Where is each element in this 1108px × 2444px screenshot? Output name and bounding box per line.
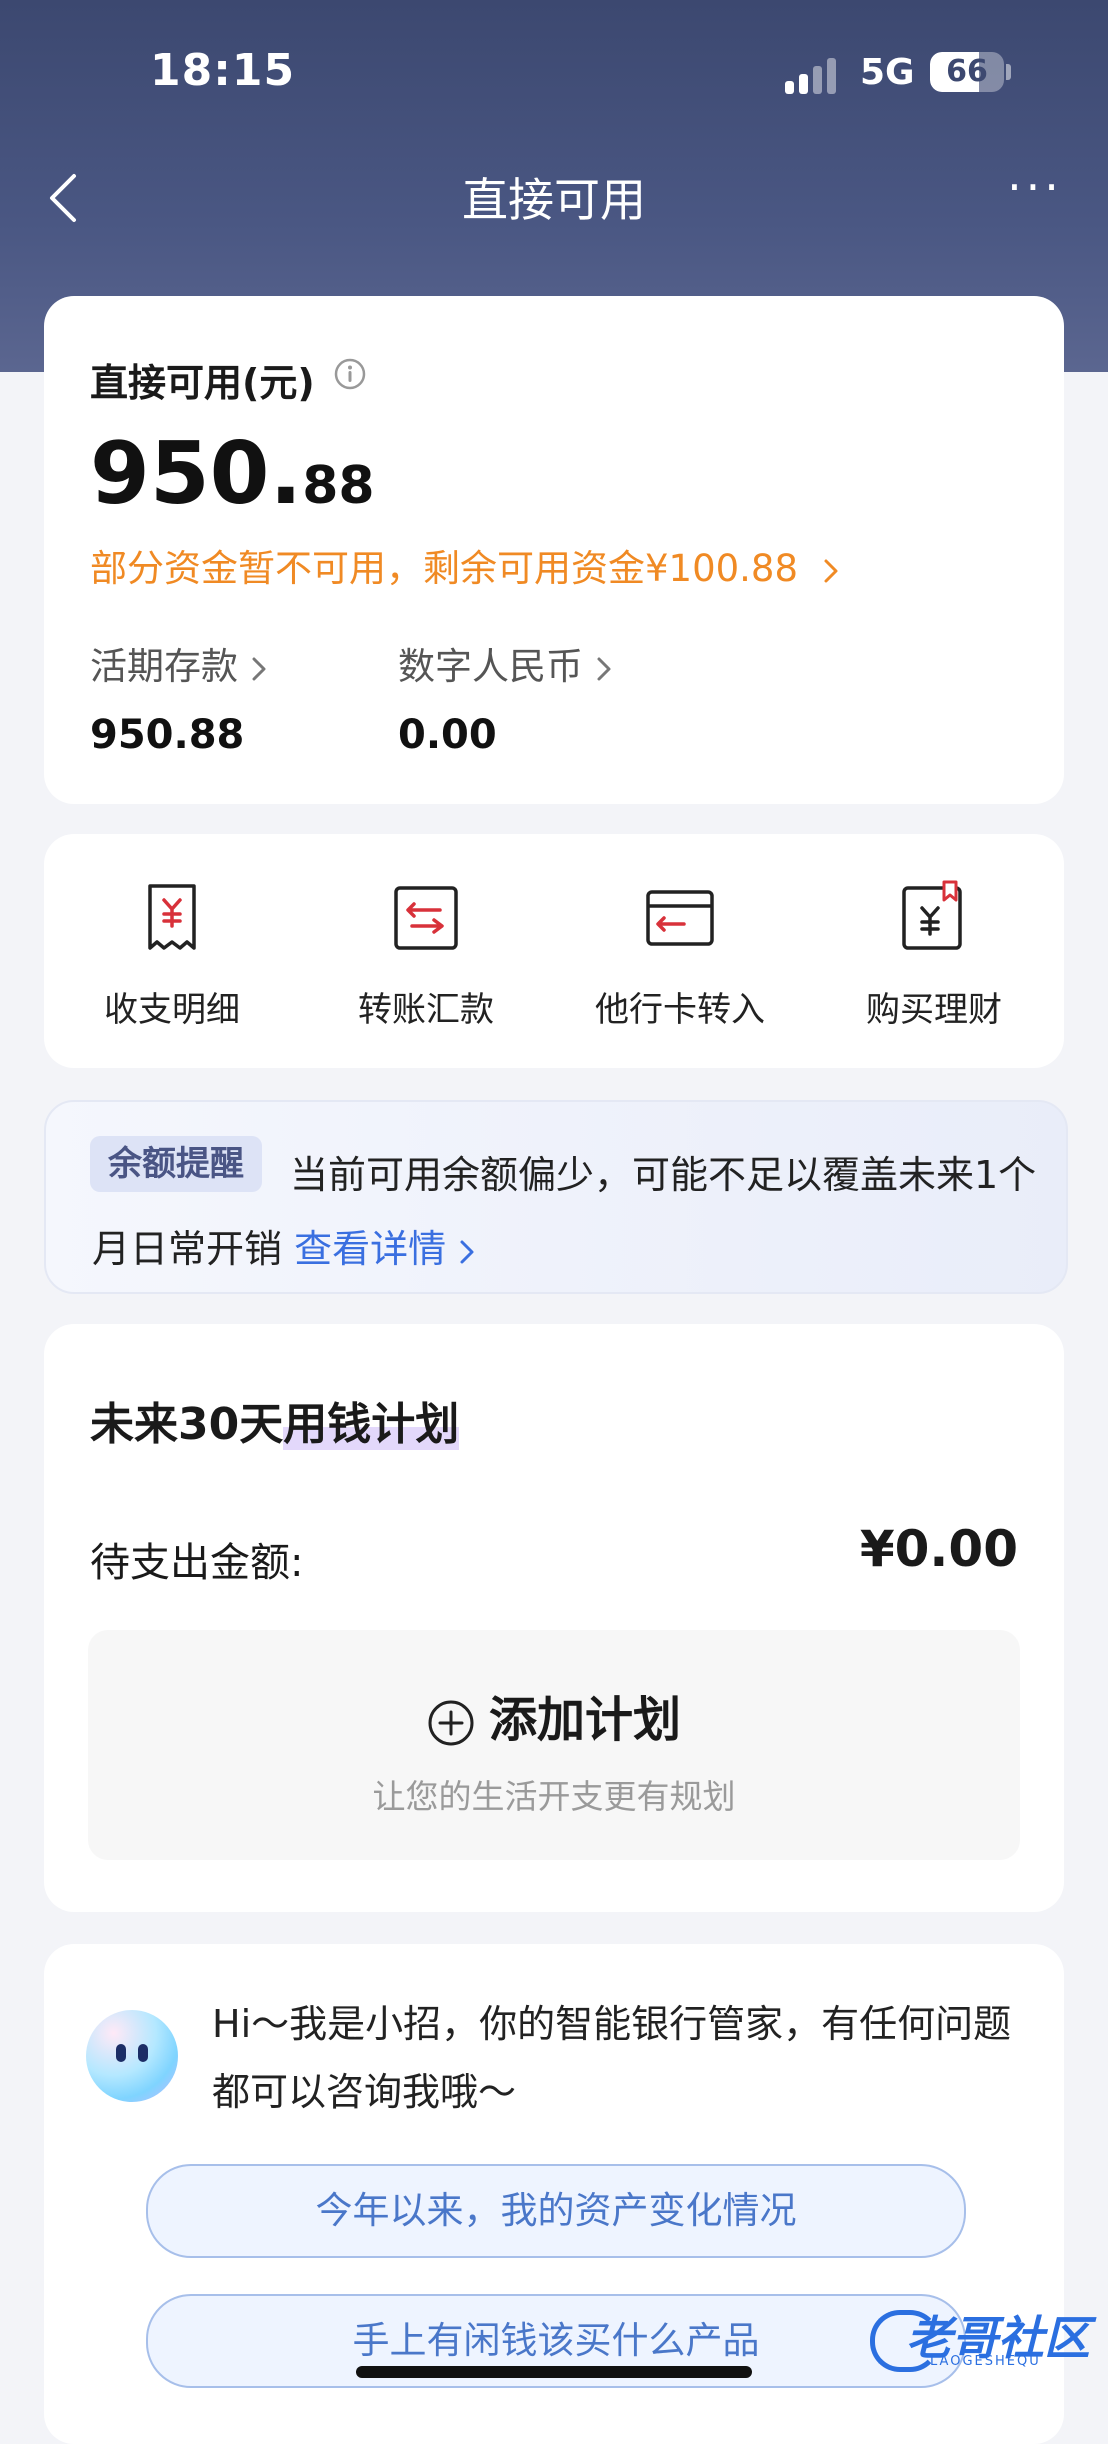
digital-rmb-label: 数字人民币 [398,636,615,690]
action-buy-wealth-products[interactable]: 购买理财 [824,878,1044,1031]
battery-level: 66 [946,54,988,89]
action-transfer-remittance[interactable]: 转账汇款 [316,878,536,1031]
network-type: 5G [860,52,915,93]
action-label: 转账汇款 [358,990,494,1030]
card-transfer-in-icon [646,890,714,946]
view-details-link[interactable]: 查看详情 [294,1227,478,1271]
battery-icon: 66 [930,52,1004,92]
assistant-avatar[interactable] [86,2010,178,2102]
spending-plan-card: 未来30天用钱计划 待支出金额: ¥0.00 添加计划 让您的生活开支更有规划 [44,1324,1064,1912]
action-label: 收支明细 [104,990,240,1030]
chevron-right-icon [252,657,266,680]
action-other-bank-card-in[interactable]: 他行卡转入 [570,878,790,1031]
chevron-right-icon [824,559,838,582]
quick-actions-card: 收支明细 转账汇款 他行卡转入 购买理财 [44,834,1064,1068]
add-plan-label: 添加计划 [488,1692,681,1748]
balance-amount-integer: 950. [90,424,303,524]
suggested-question-button[interactable]: 今年以来，我的资产变化情况 [146,2164,966,2258]
demand-deposit-entry[interactable]: 活期存款 950.88 [90,636,270,758]
home-indicator[interactable] [356,2366,752,2378]
add-plan-button[interactable]: 添加计划 让您的生活开支更有规划 [88,1630,1020,1860]
add-plan-hint: 让您的生活开支更有规划 [372,1777,736,1816]
transfer-icon [394,886,458,950]
balance-card: 直接可用(元) 950.88 部分资金暂不可用，剩余可用资金¥100.88 活期… [44,296,1064,804]
balance-amount: 950.88 [90,424,375,524]
plan-title-highlight: 用钱计划 [283,1399,460,1450]
pending-amount-label: 待支出金额: [90,1540,304,1586]
action-label: 购买理财 [866,990,1002,1030]
action-label: 他行卡转入 [595,990,765,1030]
demand-deposit-label: 活期存款 [90,636,270,690]
navigation-bar: 直接可用 ··· [0,150,1108,240]
signal-strength-icon [785,58,845,94]
plus-circle-icon [428,1700,474,1746]
info-icon[interactable] [334,358,366,390]
watermark-subtext: LAOGESHEQU [930,2354,1041,2369]
balance-reminder-text: 当前可用余额偏少，可能不足以覆盖未来1个月日常开销 查看详情 [92,1153,1037,1271]
action-income-expense-details[interactable]: 收支明细 [62,878,282,1031]
status-bar: 18:15 5G 66 [0,0,1108,150]
pending-amount-value: ¥0.00 [859,1520,1018,1578]
status-time: 18:15 [150,45,296,96]
chevron-right-icon [597,657,611,680]
balance-reminder-card: 余额提醒 当前可用余额偏少，可能不足以覆盖未来1个月日常开销 查看详情 [44,1100,1068,1294]
page-title: 直接可用 [462,173,646,227]
available-funds-warning[interactable]: 部分资金暂不可用，剩余可用资金¥100.88 [90,538,842,592]
wealth-bookmark-icon [902,880,962,950]
available-funds-warning-text: 部分资金暂不可用，剩余可用资金¥100.88 [90,547,799,590]
balance-label: 直接可用(元) [90,361,315,405]
demand-deposit-value: 950.88 [90,712,245,758]
more-menu-button[interactable]: ··· [1000,160,1070,220]
balance-amount-decimal: 88 [302,456,375,516]
digital-rmb-value: 0.00 [398,712,497,758]
watermark-logo: 老哥社区 LAOGESHEQU [870,2302,1100,2372]
receipt-icon [148,884,196,950]
battery-cap [1006,64,1011,80]
chevron-right-icon [460,1240,474,1263]
plan-title: 未来30天用钱计划 [90,1399,460,1450]
add-plan-row: 添加计划 [88,1680,1020,1750]
digital-rmb-entry[interactable]: 数字人民币 0.00 [398,636,615,758]
assistant-message: Hi～我是小招，你的智能银行管家，有任何问题都可以咨询我哦～ [212,2002,1012,2114]
